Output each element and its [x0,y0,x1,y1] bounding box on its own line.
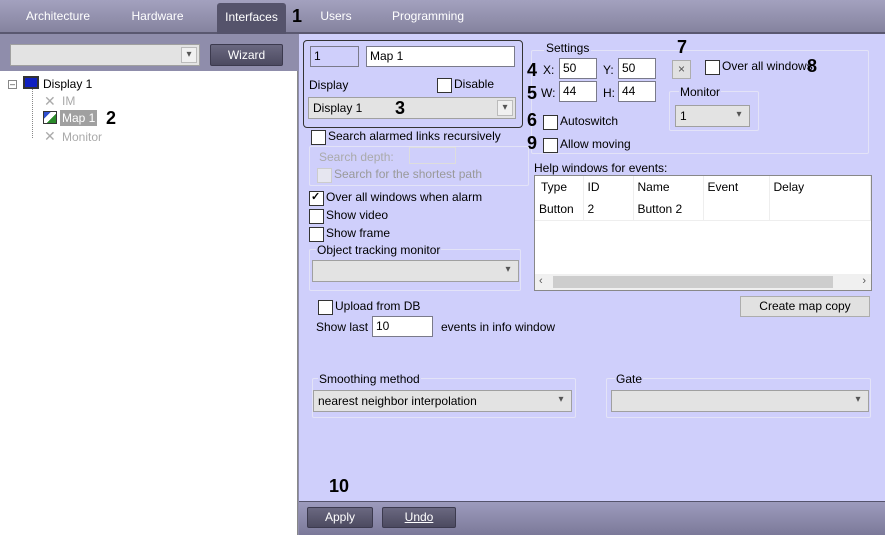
help-windows-table: Type ID Name Event Delay Button 2 Button… [534,175,872,291]
chevron-down-icon: ▾ [497,100,513,116]
chevron-down-icon: ▾ [736,109,742,120]
search-recursive-checkbox[interactable]: Search alarmed links recursively [311,129,501,145]
callout-3: 3 [395,98,406,118]
cell: Button [535,198,584,220]
tracking-label: Object tracking monitor [316,243,442,257]
y-field[interactable]: 50 [618,58,656,79]
display-value: Display 1 [313,101,363,115]
object-id-field[interactable]: 1 [310,46,359,67]
y-label: Y: [603,63,614,77]
callout-7: 7 [677,37,688,57]
create-map-copy-button[interactable]: Create map copy [740,296,870,317]
footer-bar: Apply Undo [299,501,885,535]
display-label: Display [309,78,349,92]
tree-item-map-1[interactable]: Map 1 [60,110,98,126]
map-icon [43,111,57,124]
smoothing-label: Smoothing method [318,372,421,386]
over-all-windows-checkbox[interactable]: Over all windows [705,59,813,75]
object-tree: – Display 1 ✕ IM Map 1 ✕ Monitor 2 [0,71,298,535]
cell [769,198,871,220]
object-name-field[interactable]: Map 1 [366,46,515,67]
wizard-button[interactable]: Wizard [210,44,283,66]
w-field[interactable]: 44 [559,81,597,102]
tab-programming[interactable]: Programming [390,0,466,34]
shortest-path-checkbox[interactable]: Search for the shortest path [317,167,482,183]
filter-dropdown[interactable]: ▾ [10,44,200,66]
scroll-left-icon[interactable]: ‹ [539,275,543,287]
undo-button[interactable]: Undo [382,507,456,528]
cell: 2 [583,198,634,220]
settings-title: Settings [544,41,592,55]
tracking-dropdown[interactable]: ▾ [312,260,519,282]
column-header[interactable]: Event [703,176,770,198]
column-header[interactable]: Name [633,176,704,198]
tab-architecture[interactable]: Architecture [18,0,98,34]
autoswitch-checkbox[interactable]: Autoswitch [543,114,618,130]
x-label: X: [543,63,555,77]
tree-item-monitor[interactable]: Monitor [62,129,102,145]
tree-item-display-1[interactable]: Display 1 [43,76,92,92]
column-header[interactable]: Type [535,176,584,198]
gate-label: Gate [615,372,644,386]
search-depth-label: Search depth: [319,150,394,164]
show-last-field[interactable]: 10 [372,316,433,337]
callout-4: 4 [527,60,538,80]
upload-from-db-checkbox[interactable]: Upload from DB [318,299,420,315]
cell: Button 2 [633,198,704,220]
chevron-down-icon: ▾ [558,394,564,405]
x-field[interactable]: 50 [559,58,597,79]
collapse-icon[interactable]: – [8,80,17,89]
chevron-down-icon: ▾ [181,47,197,63]
allow-moving-checkbox[interactable]: Allow moving [543,137,631,153]
show-last-label: Show last [316,320,369,334]
smoothing-dropdown[interactable]: nearest neighbor interpolation ▾ [313,390,572,412]
over-all-alarm-checkbox[interactable]: Over all windows when alarm [309,190,482,206]
help-windows-title: Help windows for events: [534,161,668,175]
monitor-value: 1 [680,109,687,123]
gate-dropdown[interactable]: ▾ [611,390,869,412]
h-label: H: [603,86,615,100]
column-header[interactable]: ID [583,176,634,198]
show-video-checkbox[interactable]: Show video [309,208,388,224]
callout-5: 5 [527,83,538,103]
callout-2: 2 [106,108,117,128]
search-depth-field[interactable] [409,147,456,164]
events-suffix-label: events in info window [441,320,556,334]
callout-6: 6 [527,110,538,130]
monitor-icon [23,76,39,89]
x-icon: ✕ [44,93,56,109]
callout-10: 10 [329,476,350,496]
object-box: 1 Map 1 Display Disable Display 1 ▾ 3 [303,40,523,128]
scrollbar-thumb[interactable] [553,276,833,288]
top-tab-bar: Architecture Hardware Interfaces Users P… [0,0,885,34]
table-row[interactable]: Button 2 Button 2 [535,198,871,220]
cell [703,198,770,220]
apply-button[interactable]: Apply [307,507,373,528]
callout-8: 8 [807,56,818,76]
chevron-down-icon: ▾ [855,394,861,405]
column-header[interactable]: Delay [769,176,871,198]
monitor-dropdown[interactable]: 1 ▾ [675,105,750,127]
smoothing-value: nearest neighbor interpolation [318,394,477,408]
tree-item-im[interactable]: IM [62,93,75,109]
tab-users[interactable]: Users [314,0,358,34]
table-header: Type ID Name Event Delay [535,176,871,198]
disable-checkbox[interactable]: Disable [437,77,494,93]
tree-line [32,88,33,138]
show-frame-checkbox[interactable]: Show frame [309,226,390,242]
display-dropdown[interactable]: Display 1 ▾ [308,97,516,119]
chevron-down-icon: ▾ [505,264,511,275]
close-icon[interactable]: × [672,60,691,79]
monitor-label: Monitor [679,85,722,99]
h-field[interactable]: 44 [618,81,656,102]
tab-interfaces[interactable]: Interfaces [217,3,286,34]
x-icon: ✕ [44,128,56,144]
settings-panel: 1 Map 1 Display Disable Display 1 ▾ 3 Set… [299,34,885,501]
tab-hardware[interactable]: Hardware [120,0,195,34]
scroll-right-icon[interactable]: › [862,275,866,287]
horizontal-scrollbar[interactable]: ‹ › [535,274,871,290]
left-toolbar: ▾ Wizard [0,34,298,71]
callout-1: 1 [292,6,303,26]
w-label: W: [541,86,556,100]
